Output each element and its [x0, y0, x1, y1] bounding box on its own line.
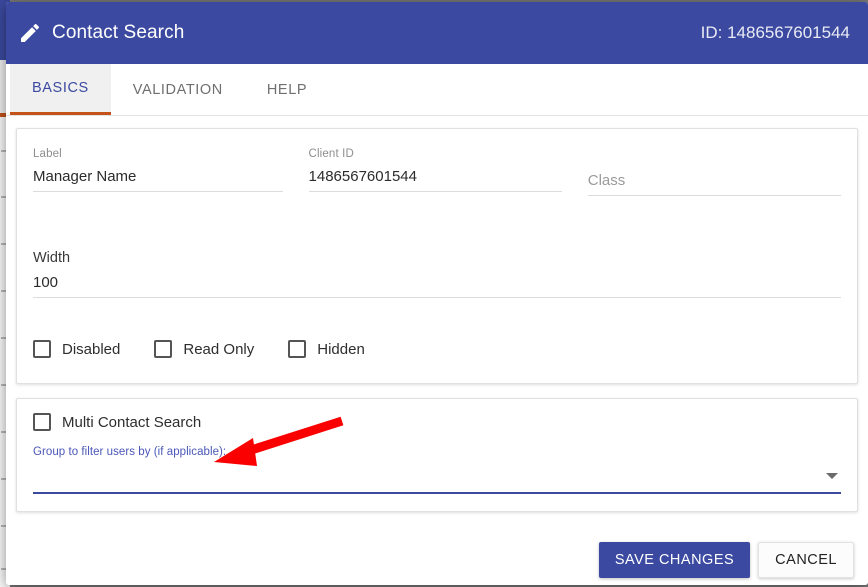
class-input[interactable]: [587, 166, 841, 196]
chevron-down-icon[interactable]: [826, 473, 838, 479]
tab-basics[interactable]: BASICS: [10, 64, 111, 115]
width-field-group: Width: [33, 248, 841, 298]
field-row-top: Label Client ID: [33, 147, 841, 196]
tab-validation[interactable]: VALIDATION: [111, 64, 245, 115]
tab-bar: BASICS VALIDATION HELP: [6, 64, 868, 116]
basics-card: Label Client ID Width Disabled: [16, 128, 858, 384]
multi-contact-checkbox-row: Multi Contact Search: [33, 413, 841, 431]
dialog-header: Contact Search ID: 1486567601544: [6, 2, 868, 64]
checkbox-box-icon[interactable]: [33, 413, 51, 431]
cancel-button[interactable]: CANCEL: [758, 542, 854, 578]
checkbox-multi-contact-search-label: Multi Contact Search: [62, 413, 202, 431]
contact-search-dialog: Contact Search ID: 1486567601544 BASICS …: [6, 2, 868, 585]
checkbox-box-icon[interactable]: [33, 340, 51, 358]
label-field-caption: Label: [33, 148, 62, 160]
flags-checkbox-row: Disabled Read Only Hidden: [33, 340, 841, 358]
client-id-field-caption: Client ID: [308, 148, 354, 160]
client-id-field-group: Client ID: [308, 147, 562, 196]
label-field-group: Label: [33, 147, 283, 196]
checkbox-disabled[interactable]: Disabled: [33, 340, 120, 358]
group-filter-select[interactable]: [33, 470, 841, 494]
client-id-input[interactable]: [308, 162, 562, 192]
checkbox-box-icon[interactable]: [288, 340, 307, 358]
dialog-title: Contact Search: [52, 22, 185, 43]
label-input[interactable]: [33, 162, 283, 192]
pencil-icon: [21, 23, 40, 42]
width-field-caption: Width: [33, 250, 71, 266]
class-field-group: [587, 147, 841, 196]
checkbox-read-only-label: Read Only: [183, 340, 255, 358]
tab-help[interactable]: HELP: [245, 64, 329, 115]
checkbox-multi-contact-search[interactable]: Multi Contact Search: [33, 413, 201, 431]
multi-contact-search-card: Multi Contact Search Group to filter use…: [16, 398, 858, 512]
dialog-footer: SAVE CHANGES CANCEL: [6, 534, 868, 585]
dialog-id: ID: 1486567601544: [700, 23, 850, 42]
checkbox-disabled-label: Disabled: [62, 340, 121, 358]
width-input[interactable]: [33, 268, 841, 298]
dialog-body: Label Client ID Width Disabled: [6, 116, 868, 534]
checkbox-hidden-label: Hidden: [317, 340, 365, 358]
checkbox-read-only[interactable]: Read Only: [154, 340, 254, 358]
group-filter-label: Group to filter users by (if applicable)…: [33, 446, 227, 458]
checkbox-hidden[interactable]: Hidden: [288, 340, 365, 358]
save-changes-button[interactable]: SAVE CHANGES: [598, 542, 751, 578]
checkbox-box-icon[interactable]: [154, 340, 173, 358]
